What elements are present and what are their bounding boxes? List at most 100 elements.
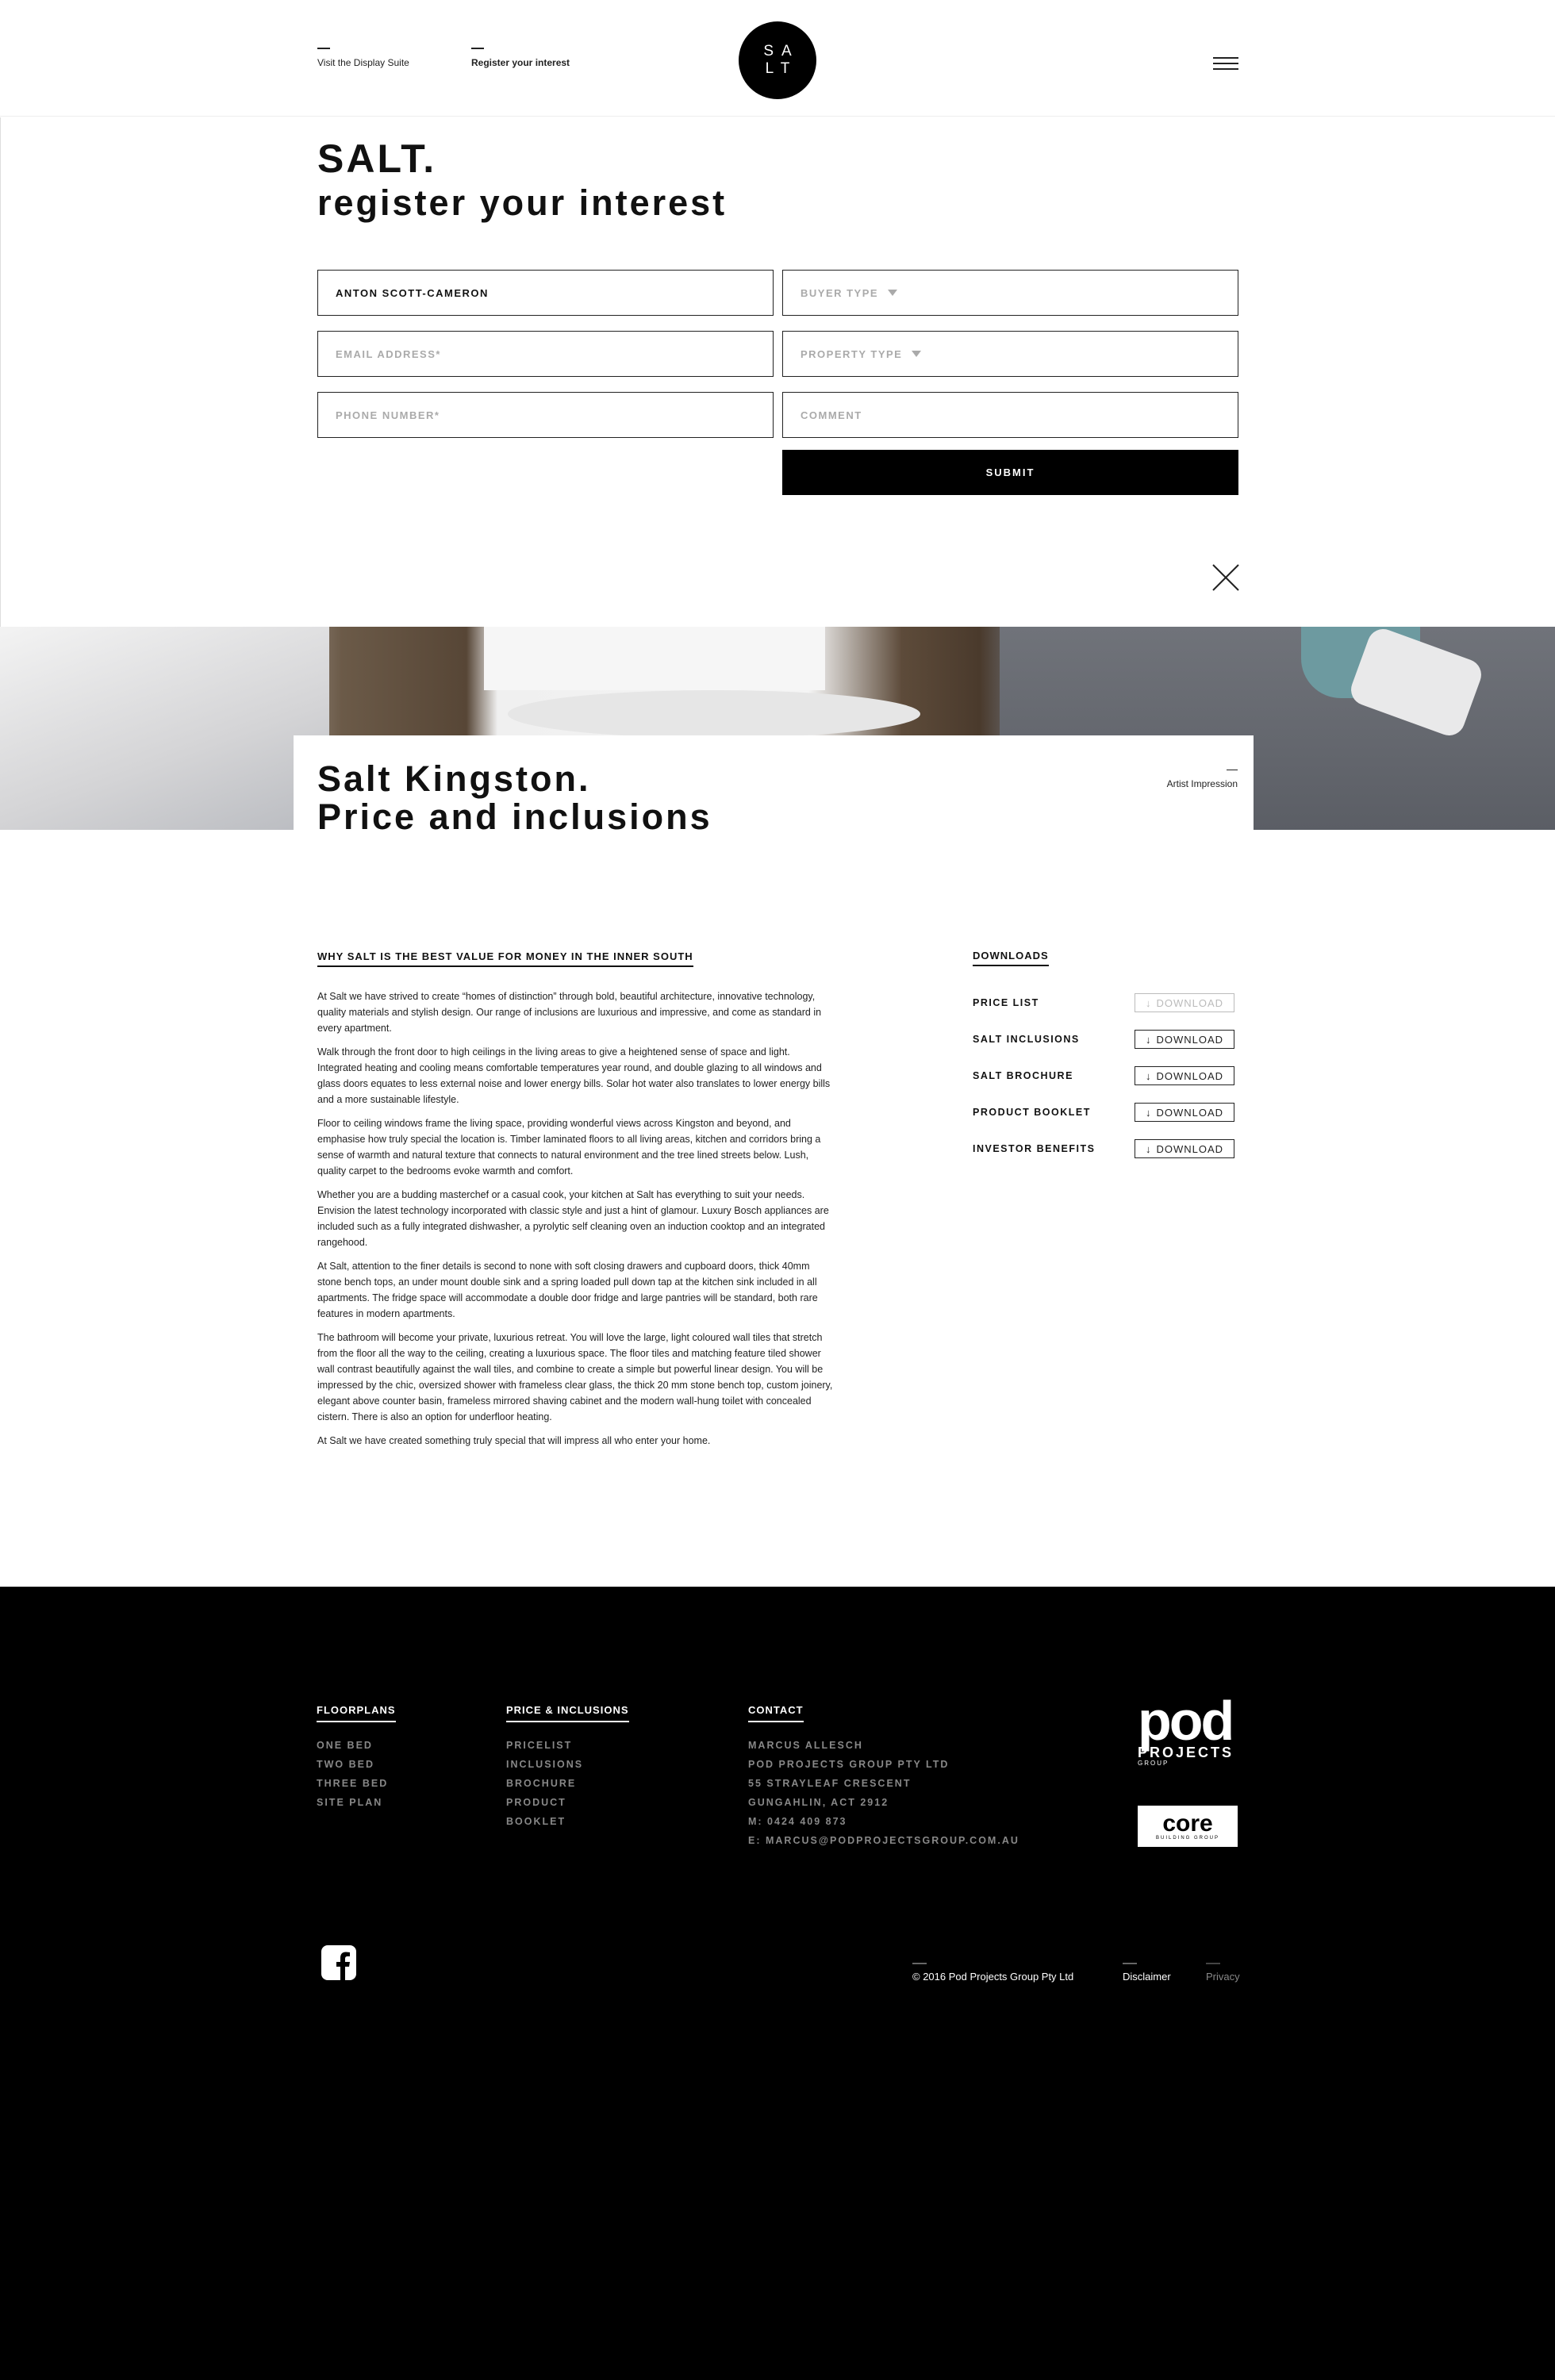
- download-button-label: DOWNLOAD: [1156, 1033, 1224, 1046]
- salt-logo[interactable]: SA LT: [739, 21, 816, 99]
- comment-field[interactable]: COMMENT: [782, 392, 1238, 438]
- footer-floorplans-list: ONE BED TWO BED THREE BED SITE PLAN: [317, 1736, 388, 1812]
- buyer-type-select[interactable]: BUYER TYPE: [782, 270, 1238, 316]
- contact-suburb: GUNGAHLIN, ACT 2912: [748, 1797, 889, 1808]
- register-title: SALT.: [317, 136, 437, 181]
- contact-email[interactable]: E: MARCUS@PODPROJECTSGROUP.COM.AU: [748, 1831, 1019, 1850]
- body-paragraph: At Salt, attention to the finer details …: [317, 1261, 818, 1319]
- footer-link[interactable]: INCLUSIONS: [506, 1755, 583, 1774]
- download-button[interactable]: ↓ DOWNLOAD: [1135, 993, 1234, 1012]
- facebook-icon[interactable]: [321, 1945, 356, 1980]
- price-title-line1: Salt Kingston.: [317, 758, 591, 799]
- download-row-salt-inclusions: SALT INCLUSIONS ↓ DOWNLOAD: [973, 1030, 1234, 1049]
- arrow-down-icon: ↓: [1145, 1033, 1152, 1046]
- body-paragraph: Walk through the front door to high ceil…: [317, 1046, 831, 1105]
- price-title-line2: Price and inclusions: [317, 797, 712, 837]
- divider: [0, 117, 1, 627]
- body-paragraph: Floor to ceiling windows frame the livin…: [317, 1118, 821, 1177]
- divider: [471, 48, 484, 49]
- visit-display-suite-link[interactable]: Visit the Display Suite: [317, 48, 409, 68]
- download-button[interactable]: ↓ DOWNLOAD: [1135, 1139, 1234, 1158]
- pod-logo-main: pod: [1138, 1690, 1234, 1752]
- buyer-type-placeholder: BUYER TYPE: [801, 286, 879, 299]
- caption-text: Artist Impression: [1166, 778, 1238, 789]
- footer-link[interactable]: ONE BED: [317, 1736, 388, 1755]
- footer-link[interactable]: SITE PLAN: [317, 1793, 388, 1812]
- download-label: SALT INCLUSIONS: [973, 1034, 1080, 1045]
- download-row-product-booklet: PRODUCT BOOKLET ↓ DOWNLOAD: [973, 1103, 1234, 1122]
- email-field[interactable]: EMAIL ADDRESS*: [317, 331, 774, 377]
- hero-chair: [0, 627, 329, 830]
- copyright: © 2016 Pod Projects Group Pty Ltd: [912, 1963, 1073, 1983]
- download-label: INVESTOR BENEFITS: [973, 1143, 1096, 1154]
- property-type-placeholder: PROPERTY TYPE: [801, 347, 903, 360]
- download-row-salt-brochure: SALT BROCHURE ↓ DOWNLOAD: [973, 1066, 1234, 1085]
- disclaimer-link[interactable]: Disclaimer: [1123, 1963, 1171, 1983]
- footer-link[interactable]: BROCHURE: [506, 1774, 583, 1793]
- footer-price-list: PRICELIST INCLUSIONS BROCHURE PRODUCT BO…: [506, 1736, 583, 1831]
- footer-link[interactable]: PRICELIST: [506, 1736, 583, 1755]
- disclaimer-label: Disclaimer: [1123, 1971, 1171, 1983]
- footer-link[interactable]: PRODUCT: [506, 1793, 583, 1812]
- footer-link[interactable]: BOOKLET: [506, 1812, 583, 1831]
- menu-icon[interactable]: [1213, 57, 1238, 71]
- core-logo-sub: BUILDING GROUP: [1155, 1836, 1219, 1841]
- contact-mobile[interactable]: M: 0424 409 873: [748, 1812, 1019, 1831]
- phone-field[interactable]: PHONE NUMBER*: [317, 392, 774, 438]
- body-paragraph: The bathroom will become your private, l…: [317, 1332, 833, 1422]
- download-row-investor-benefits: INVESTOR BENEFITS ↓ DOWNLOAD: [973, 1139, 1234, 1158]
- arrow-down-icon: ↓: [1145, 996, 1152, 1009]
- hero-rug: [508, 690, 920, 738]
- privacy-link[interactable]: Privacy: [1206, 1963, 1240, 1983]
- download-label: PRODUCT BOOKLET: [973, 1107, 1091, 1118]
- caret-down-icon: [888, 290, 898, 296]
- register-interest-link[interactable]: Register your interest: [471, 48, 570, 68]
- property-type-select[interactable]: PROPERTY TYPE: [782, 331, 1238, 377]
- copyright-text: © 2016 Pod Projects Group Pty Ltd: [912, 1971, 1074, 1983]
- download-button[interactable]: ↓ DOWNLOAD: [1135, 1103, 1234, 1122]
- download-button-label: DOWNLOAD: [1156, 996, 1224, 1009]
- name-field[interactable]: ANTON SCOTT-CAMERON: [317, 270, 774, 316]
- download-button-label: DOWNLOAD: [1156, 1106, 1224, 1119]
- footer-link[interactable]: TWO BED: [317, 1755, 388, 1774]
- caret-down-icon: [912, 351, 922, 357]
- contact-company: POD PROJECTS GROUP PTY LTD: [748, 1759, 950, 1770]
- arrow-down-icon: ↓: [1145, 1069, 1152, 1082]
- arrow-down-icon: ↓: [1145, 1142, 1152, 1155]
- download-label: PRICE LIST: [973, 997, 1039, 1008]
- pod-projects-logo: pod PROJECTS GROUP: [1138, 1690, 1238, 1769]
- download-button[interactable]: ↓ DOWNLOAD: [1135, 1066, 1234, 1085]
- close-icon[interactable]: [1211, 563, 1240, 592]
- body-paragraph: At Salt we have created something truly …: [317, 1435, 711, 1446]
- footer-price-heading: PRICE & INCLUSIONS: [506, 1704, 629, 1722]
- price-inclusions-title: Salt Kingston. Price and inclusions: [317, 760, 712, 836]
- download-button-label: DOWNLOAD: [1156, 1069, 1224, 1082]
- download-row-price-list: PRICE LIST ↓ DOWNLOAD: [973, 993, 1234, 1012]
- body-paragraph: At Salt we have strived to create “homes…: [317, 991, 822, 1034]
- hero-table: [484, 627, 825, 690]
- contact-street: 55 STRAYLEAF CRESCENT: [748, 1778, 912, 1789]
- divider: [1123, 1963, 1137, 1964]
- download-button[interactable]: ↓ DOWNLOAD: [1135, 1030, 1234, 1049]
- divider: [317, 48, 330, 49]
- name-value: ANTON SCOTT-CAMERON: [336, 286, 489, 299]
- pod-logo-sub: PROJECTS: [1138, 1745, 1234, 1760]
- download-label: SALT BROCHURE: [973, 1070, 1073, 1081]
- privacy-label: Privacy: [1206, 1971, 1240, 1983]
- arrow-down-icon: ↓: [1145, 1106, 1152, 1119]
- divider: [1206, 1963, 1220, 1964]
- core-building-group-logo: core BUILDING GROUP: [1138, 1806, 1238, 1847]
- register-subtitle: register your interest: [317, 182, 728, 223]
- downloads-heading: DOWNLOADS: [973, 950, 1049, 966]
- logo-text-top: SA: [763, 43, 800, 60]
- why-salt-heading: WHY SALT IS THE BEST VALUE FOR MONEY IN …: [317, 950, 693, 967]
- body-paragraph: Whether you are a budding masterchef or …: [317, 1189, 829, 1248]
- download-button-label: DOWNLOAD: [1156, 1142, 1224, 1155]
- footer-link[interactable]: THREE BED: [317, 1774, 388, 1793]
- divider: [912, 1963, 927, 1964]
- visit-display-suite-label: Visit the Display Suite: [317, 57, 409, 68]
- footer-contact-list: MARCUS ALLESCH POD PROJECTS GROUP PTY LT…: [748, 1736, 1019, 1850]
- register-interest-label: Register your interest: [471, 57, 570, 68]
- submit-button[interactable]: SUBMIT: [782, 450, 1238, 495]
- core-logo-main: core: [1162, 1810, 1213, 1837]
